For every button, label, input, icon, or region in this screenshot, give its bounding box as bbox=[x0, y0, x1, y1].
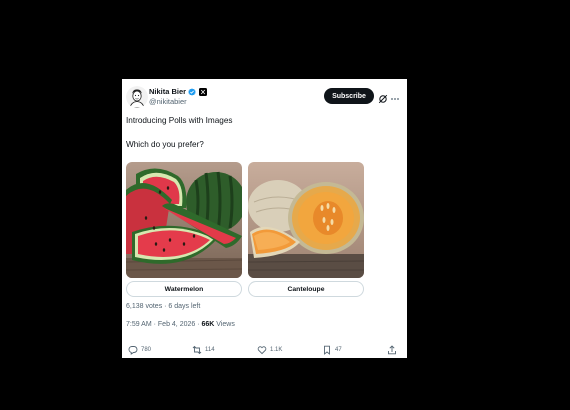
like-count: 1.1K bbox=[270, 347, 283, 353]
post-header: Nikita Bier @nikitabier Subscribe bbox=[122, 79, 407, 111]
avatar[interactable] bbox=[126, 86, 148, 108]
reply-icon bbox=[128, 345, 138, 355]
author-name-row[interactable]: Nikita Bier bbox=[149, 87, 208, 96]
repost-count: 114 bbox=[205, 347, 215, 353]
page-background: Nikita Bier @nikitabier Subscribe Introd… bbox=[0, 0, 570, 410]
bookmark-button[interactable]: 47 bbox=[322, 345, 342, 355]
subscribe-button[interactable]: Subscribe bbox=[324, 88, 374, 104]
post-card: Nikita Bier @nikitabier Subscribe Introd… bbox=[122, 79, 407, 358]
bookmark-count: 47 bbox=[335, 347, 342, 353]
repost-button[interactable]: 114 bbox=[192, 345, 215, 355]
views-label: Views bbox=[214, 321, 235, 328]
post-timestamp-row: 7:59 AM · Feb 4, 2026 · 66K Views bbox=[126, 321, 235, 328]
tweet-text-line-2: Which do you prefer? bbox=[126, 140, 204, 149]
grok-icon[interactable] bbox=[378, 91, 388, 104]
action-bar: 780 114 1.1K 47 bbox=[122, 343, 407, 357]
author-name[interactable]: Nikita Bier bbox=[149, 87, 186, 96]
like-icon bbox=[257, 345, 267, 355]
poll-votes-status: 6,138 votes · 6 days left bbox=[126, 303, 201, 310]
poll-option-canteloupe[interactable]: Canteloupe bbox=[248, 281, 364, 297]
watermelon-image[interactable] bbox=[126, 162, 242, 278]
cantaloupe-image[interactable] bbox=[248, 162, 364, 278]
affiliate-x-icon bbox=[199, 87, 208, 96]
poll-option-watermelon[interactable]: Watermelon bbox=[126, 281, 242, 297]
bookmark-icon bbox=[322, 345, 332, 355]
reply-count: 780 bbox=[141, 347, 152, 353]
share-icon bbox=[387, 345, 397, 355]
verified-badge-icon bbox=[188, 87, 196, 96]
reply-button[interactable]: 780 bbox=[128, 345, 151, 355]
views-count: 66K bbox=[201, 321, 215, 328]
more-icon[interactable] bbox=[390, 91, 400, 101]
post-timestamp[interactable]: 7:59 AM · Feb 4, 2026 · bbox=[126, 321, 202, 328]
share-button[interactable] bbox=[387, 345, 397, 355]
author-handle[interactable]: @nikitabier bbox=[149, 97, 187, 106]
like-button[interactable]: 1.1K bbox=[257, 345, 282, 355]
tweet-text-line-1: Introducing Polls with Images bbox=[126, 116, 233, 125]
repost-icon bbox=[192, 345, 202, 355]
